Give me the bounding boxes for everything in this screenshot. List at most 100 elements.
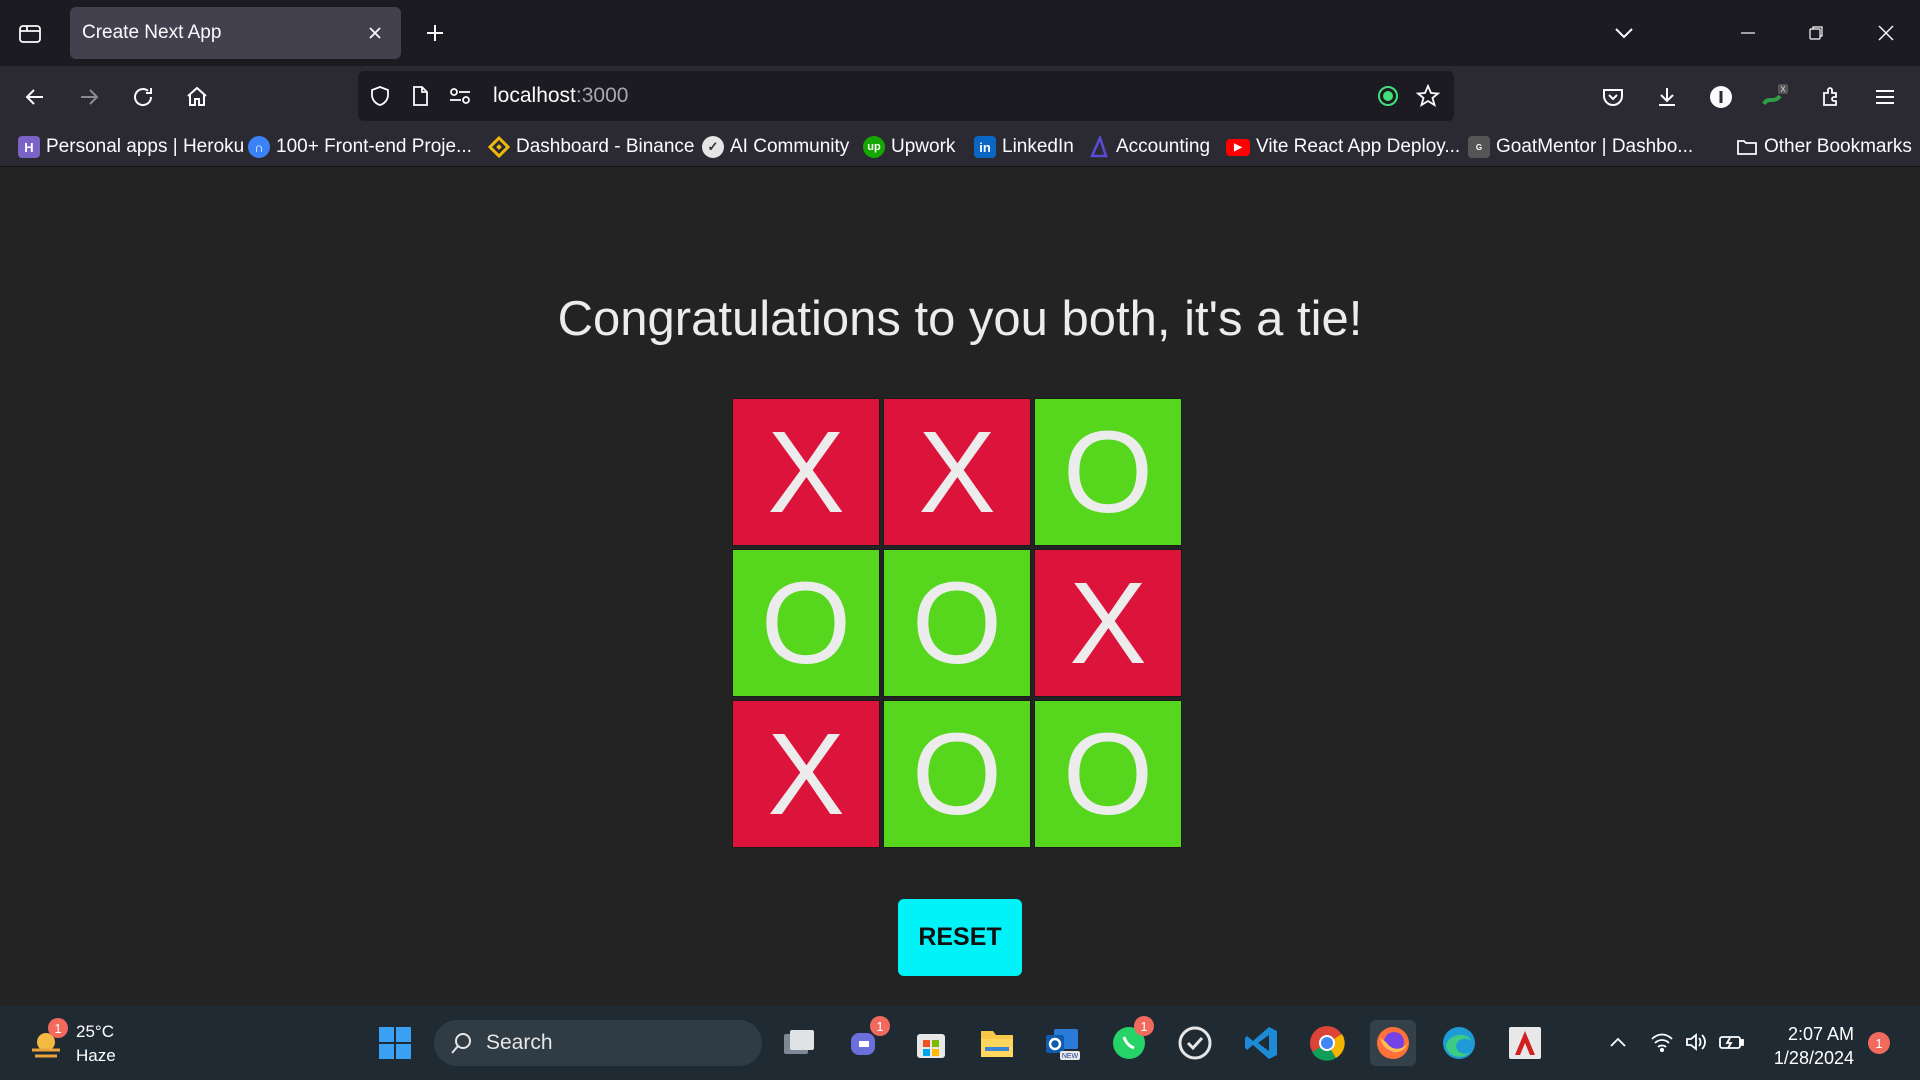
chrome-icon[interactable]: [1304, 1020, 1350, 1066]
todo-check-icon[interactable]: [1172, 1020, 1218, 1066]
board-cell[interactable]: O: [1034, 398, 1182, 546]
restore-icon[interactable]: [1796, 14, 1836, 52]
account-extension-icon[interactable]: [1702, 78, 1740, 116]
volume-icon[interactable]: [1680, 1026, 1712, 1058]
bookmark-label: LinkedIn: [1002, 136, 1074, 157]
bookmark-label: Personal apps | Heroku: [46, 136, 245, 157]
tic-tac-toe-board: X X O O O X X O O: [732, 398, 1186, 852]
temperature: 25°C: [76, 1022, 114, 1041]
haze-weather-icon: 1: [26, 1018, 68, 1064]
youtube-icon: ▶: [1226, 138, 1250, 156]
accounting-icon: [1088, 136, 1110, 158]
close-window-icon[interactable]: [1866, 14, 1906, 52]
extension-target-icon[interactable]: [1374, 82, 1402, 110]
tracking-protection-icon[interactable]: [366, 82, 394, 110]
goatmentor-icon: G: [1468, 136, 1490, 158]
bookmark-linkedin[interactable]: in LinkedIn: [974, 134, 1074, 160]
teams-icon[interactable]: 1: [842, 1016, 890, 1066]
new-tab-icon[interactable]: [418, 16, 452, 50]
bookmark-heroku[interactable]: H Personal apps | Heroku: [18, 134, 244, 160]
back-icon[interactable]: [16, 78, 54, 116]
navigation-toolbar: localhost:3000 X: [0, 66, 1920, 128]
bookmark-accounting[interactable]: Accounting: [1088, 134, 1210, 160]
binance-icon: [488, 136, 510, 158]
reload-icon[interactable]: [124, 78, 162, 116]
address-bar[interactable]: localhost:3000: [358, 71, 1454, 121]
outlook-new-icon[interactable]: NEW: [1040, 1020, 1086, 1066]
board-cell[interactable]: O: [732, 549, 880, 697]
weather-condition: Haze: [76, 1046, 116, 1065]
site-permissions-icon[interactable]: [446, 82, 474, 110]
linkedin-icon: in: [974, 136, 996, 158]
bookmark-ai-community[interactable]: ✓ AI Community: [702, 134, 849, 160]
firefox-icon[interactable]: [1370, 1020, 1416, 1066]
teams-badge: 1: [870, 1016, 890, 1036]
board-cell[interactable]: X: [883, 398, 1031, 546]
search-icon: [450, 1031, 474, 1055]
bookmark-label: 100+ Front-end Proje...: [276, 136, 472, 157]
bookmark-label: Dashboard - Binance: [516, 136, 695, 157]
weather-widget[interactable]: 1 25°C Haze: [26, 1018, 116, 1068]
close-tab-icon[interactable]: [359, 17, 391, 49]
bookmark-star-icon[interactable]: [1414, 82, 1442, 110]
vscode-icon[interactable]: [1238, 1020, 1284, 1066]
bookmark-vite-react[interactable]: ▶ Vite React App Deploy...: [1226, 134, 1460, 160]
active-tab[interactable]: Create Next App: [70, 7, 401, 59]
tab-overview-icon[interactable]: [12, 16, 48, 52]
reset-button[interactable]: RESET: [898, 899, 1022, 976]
board-cell[interactable]: X: [732, 700, 880, 848]
url-text[interactable]: localhost:3000: [493, 84, 628, 108]
board-cell[interactable]: O: [1034, 700, 1182, 848]
bookmark-goatmentor[interactable]: G GoatMentor | Dashbo...: [1468, 134, 1693, 160]
svg-text:NEW: NEW: [1062, 1053, 1079, 1060]
board-cell[interactable]: X: [732, 398, 880, 546]
board-cell[interactable]: O: [883, 700, 1031, 848]
bookmark-upwork[interactable]: up Upwork: [863, 134, 955, 160]
microsoft-store-icon[interactable]: [908, 1020, 954, 1066]
svg-text:X: X: [1780, 85, 1786, 94]
bookmark-label: AI Community: [730, 136, 850, 157]
menu-icon[interactable]: [1866, 78, 1904, 116]
other-bookmarks[interactable]: Other Bookmarks: [1736, 134, 1912, 160]
bookmark-label: Accounting: [1116, 136, 1211, 157]
acrobat-icon[interactable]: [1502, 1020, 1548, 1066]
battery-icon[interactable]: [1716, 1026, 1748, 1058]
page-info-icon[interactable]: [406, 82, 434, 110]
system-clock[interactable]: 2:07 AM 1/28/2024: [1758, 1022, 1854, 1070]
task-view-icon[interactable]: [776, 1020, 822, 1066]
tab-strip: Create Next App: [0, 0, 1920, 66]
game-status-message: Congratulations to you both, it's a tie!: [557, 292, 1363, 346]
bookmark-label: Vite React App Deploy...: [1256, 136, 1461, 157]
folder-icon: [1736, 136, 1758, 158]
file-explorer-icon[interactable]: [974, 1020, 1020, 1066]
bookmark-binance[interactable]: Dashboard - Binance: [488, 134, 695, 160]
bookmarks-toolbar: H Personal apps | Heroku ∩ 100+ Front-en…: [0, 128, 1920, 167]
whatsapp-badge: 1: [1134, 1016, 1154, 1036]
taskbar-search[interactable]: Search: [434, 1020, 762, 1066]
whatsapp-icon[interactable]: 1: [1106, 1016, 1154, 1066]
edge-icon[interactable]: [1436, 1020, 1482, 1066]
home-icon[interactable]: [178, 78, 216, 116]
minimize-icon[interactable]: [1728, 14, 1768, 52]
bookmark-label: Other Bookmarks: [1764, 136, 1912, 157]
wifi-icon[interactable]: [1646, 1026, 1678, 1058]
board-cell[interactable]: O: [883, 549, 1031, 697]
windows-start-icon[interactable]: [372, 1020, 418, 1066]
bookmark-label: GoatMentor | Dashbo...: [1496, 136, 1694, 157]
snake-extension-icon[interactable]: X: [1756, 78, 1794, 116]
bookmark-frontend-projects[interactable]: ∩ 100+ Front-end Proje...: [248, 134, 472, 160]
forward-icon[interactable]: [70, 78, 108, 116]
board-cell[interactable]: X: [1034, 549, 1182, 697]
list-all-tabs-icon[interactable]: [1604, 14, 1644, 52]
pocket-icon[interactable]: [1594, 78, 1632, 116]
notification-badge[interactable]: 1: [1868, 1032, 1890, 1054]
downloads-icon[interactable]: [1648, 78, 1686, 116]
page-content: Congratulations to you both, it's a tie!…: [0, 167, 1920, 1006]
extensions-icon[interactable]: [1812, 78, 1850, 116]
ai-community-icon: ✓: [702, 136, 724, 158]
show-hidden-icons-icon[interactable]: [1602, 1026, 1634, 1058]
upwork-icon: up: [863, 136, 885, 158]
clock-date: 1/28/2024: [1773, 1048, 1854, 1068]
clock-time: 2:07 AM: [1787, 1024, 1854, 1044]
weather-badge: 1: [48, 1018, 68, 1038]
